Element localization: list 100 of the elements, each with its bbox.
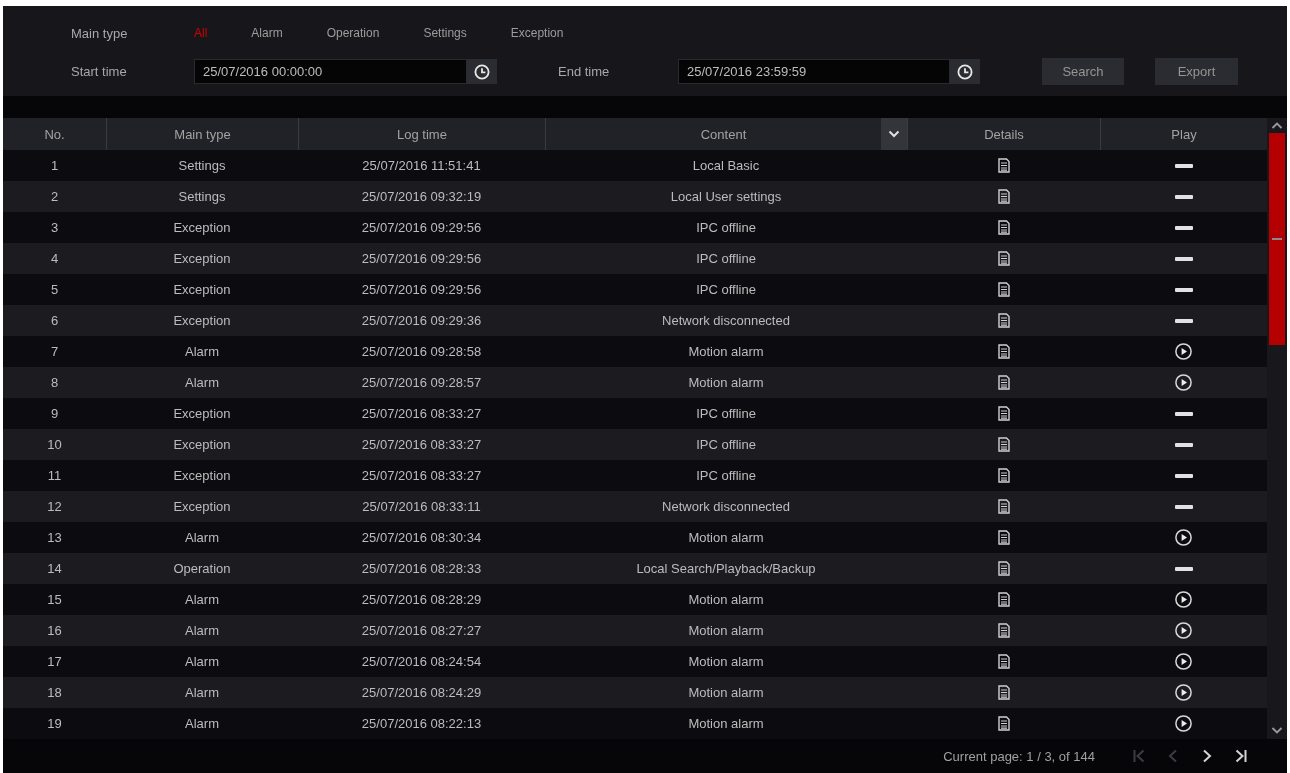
table-cell-text: Motion alarm: [687, 529, 765, 547]
time-picker-button[interactable]: [467, 59, 497, 84]
table-cell-text: Exception: [172, 498, 232, 516]
table-cell-text: Alarm: [184, 622, 220, 640]
table-cell-text: 5: [49, 281, 60, 299]
play-icon[interactable]: [1175, 591, 1192, 608]
type-option[interactable]: Operation: [326, 26, 380, 40]
table-cell-text: IPC offline: [695, 281, 757, 299]
table-cell-text: 25/07/2016 09:29:56: [360, 250, 483, 268]
table-cell-text: Exception: [172, 219, 232, 237]
chevron-down-icon: [888, 130, 900, 138]
document-icon[interactable]: [997, 592, 1010, 607]
start-time-field[interactable]: 25/07/2016 00:00:00: [194, 59, 467, 84]
column-header: Play: [1171, 126, 1197, 142]
table-cell-text: 13: [46, 529, 63, 547]
scroll-thumb[interactable]: [1269, 133, 1285, 345]
scrollbar[interactable]: [1267, 118, 1287, 739]
table-cell-text: Exception: [172, 467, 232, 485]
table-cell-text: Motion alarm: [687, 684, 765, 702]
document-icon[interactable]: [997, 437, 1010, 452]
table-cell-text: 25/07/2016 09:28:58: [360, 343, 483, 361]
play-icon[interactable]: [1175, 622, 1192, 639]
table-cell-text: IPC offline: [695, 219, 757, 237]
table-cell-text: 25/07/2016 08:33:27: [360, 436, 483, 454]
document-icon[interactable]: [997, 375, 1010, 390]
table-cell-text: 25/07/2016 08:24:29: [360, 684, 483, 702]
table-cell-text: 11: [46, 467, 63, 485]
table-cell-text: Settings: [177, 188, 227, 206]
document-icon[interactable]: [997, 220, 1010, 235]
document-icon[interactable]: [997, 313, 1010, 328]
play-icon[interactable]: [1175, 684, 1192, 701]
document-icon[interactable]: [997, 561, 1010, 576]
play-icon[interactable]: [1175, 653, 1192, 670]
document-icon[interactable]: [997, 654, 1010, 669]
last-page-icon[interactable]: [1235, 749, 1247, 763]
document-icon[interactable]: [997, 251, 1010, 266]
document-icon[interactable]: [997, 158, 1010, 173]
type-option[interactable]: Settings: [423, 26, 467, 40]
column-header: No.: [44, 126, 65, 142]
table-cell-text: 25/07/2016 08:33:27: [360, 405, 483, 423]
document-icon[interactable]: [997, 530, 1010, 545]
table-cell-text: Exception: [172, 250, 232, 268]
table-cell-text: 25/07/2016 09:29:36: [360, 312, 483, 330]
scroll-up-icon[interactable]: [1271, 122, 1283, 129]
play-icon[interactable]: [1175, 374, 1192, 391]
document-icon[interactable]: [997, 685, 1010, 700]
document-icon[interactable]: [997, 623, 1010, 638]
play-icon[interactable]: [1175, 529, 1192, 546]
table-cell-text: IPC offline: [695, 405, 757, 423]
document-icon[interactable]: [997, 716, 1010, 731]
table-cell-text: 17: [46, 653, 63, 671]
table-cell-text: Motion alarm: [687, 653, 765, 671]
table-cell-text: 25/07/2016 08:28:33: [360, 560, 483, 578]
table-cell-text: IPC offline: [695, 250, 757, 268]
table-cell-text: 25/07/2016 08:33:11: [361, 498, 482, 516]
table-cell-text: Alarm: [184, 653, 220, 671]
table-cell-text: 25/07/2016 11:51:41: [361, 157, 482, 175]
column-header: Details: [984, 126, 1024, 142]
time-picker-button[interactable]: [950, 59, 980, 84]
table-cell-text: Network disconnected: [661, 498, 791, 516]
play-icon[interactable]: [1175, 715, 1192, 732]
table-cell-text: 4: [49, 250, 60, 268]
table-cell-text: IPC offline: [695, 467, 757, 485]
type-option[interactable]: Alarm: [251, 26, 283, 40]
clock-icon: [474, 63, 490, 80]
table-cell-text: Alarm: [184, 684, 220, 702]
table-cell-text: Network disconnected: [661, 312, 791, 330]
table-cell-text: Exception: [172, 436, 232, 454]
end-time-field[interactable]: 25/07/2016 23:59:59: [678, 59, 950, 84]
table-cell-text: Alarm: [184, 529, 220, 547]
export-button[interactable]: Export: [1155, 58, 1238, 85]
table-cell-text: 14: [46, 560, 63, 578]
page-info: Current page: 1 / 3, of 144: [943, 748, 1095, 764]
document-icon[interactable]: [997, 344, 1010, 359]
table-cell-text: Motion alarm: [687, 591, 765, 609]
next-page-icon[interactable]: [1201, 749, 1213, 763]
main-type-label: Main type: [71, 25, 129, 41]
table-cell-text: 25/07/2016 09:29:56: [360, 281, 483, 299]
column-header: Main type: [174, 126, 231, 142]
document-icon[interactable]: [997, 468, 1010, 483]
table-cell-text: Motion alarm: [687, 715, 765, 733]
search-button[interactable]: Search: [1042, 58, 1124, 85]
clock-icon: [957, 63, 973, 80]
document-icon[interactable]: [997, 282, 1010, 297]
type-option[interactable]: Exception: [510, 26, 564, 40]
table-cell-text: Local User settings: [669, 188, 783, 206]
play-icon[interactable]: [1175, 343, 1192, 360]
document-icon[interactable]: [997, 406, 1010, 421]
table-cell-text: 15: [46, 591, 63, 609]
table-cell-text: Settings: [177, 157, 227, 175]
table-cell-text: 25/07/2016 08:22:13: [360, 715, 483, 733]
table-cell-text: 12: [46, 498, 63, 516]
scroll-down-icon[interactable]: [1271, 727, 1283, 734]
document-icon[interactable]: [997, 499, 1010, 514]
content-filter-button[interactable]: [881, 118, 907, 150]
table-cell-text: 3: [49, 219, 60, 237]
document-icon[interactable]: [997, 189, 1010, 204]
table-cell-text: 16: [46, 622, 63, 640]
table-cell-text: Local Basic: [691, 157, 761, 175]
table-cell-text: Exception: [172, 281, 232, 299]
